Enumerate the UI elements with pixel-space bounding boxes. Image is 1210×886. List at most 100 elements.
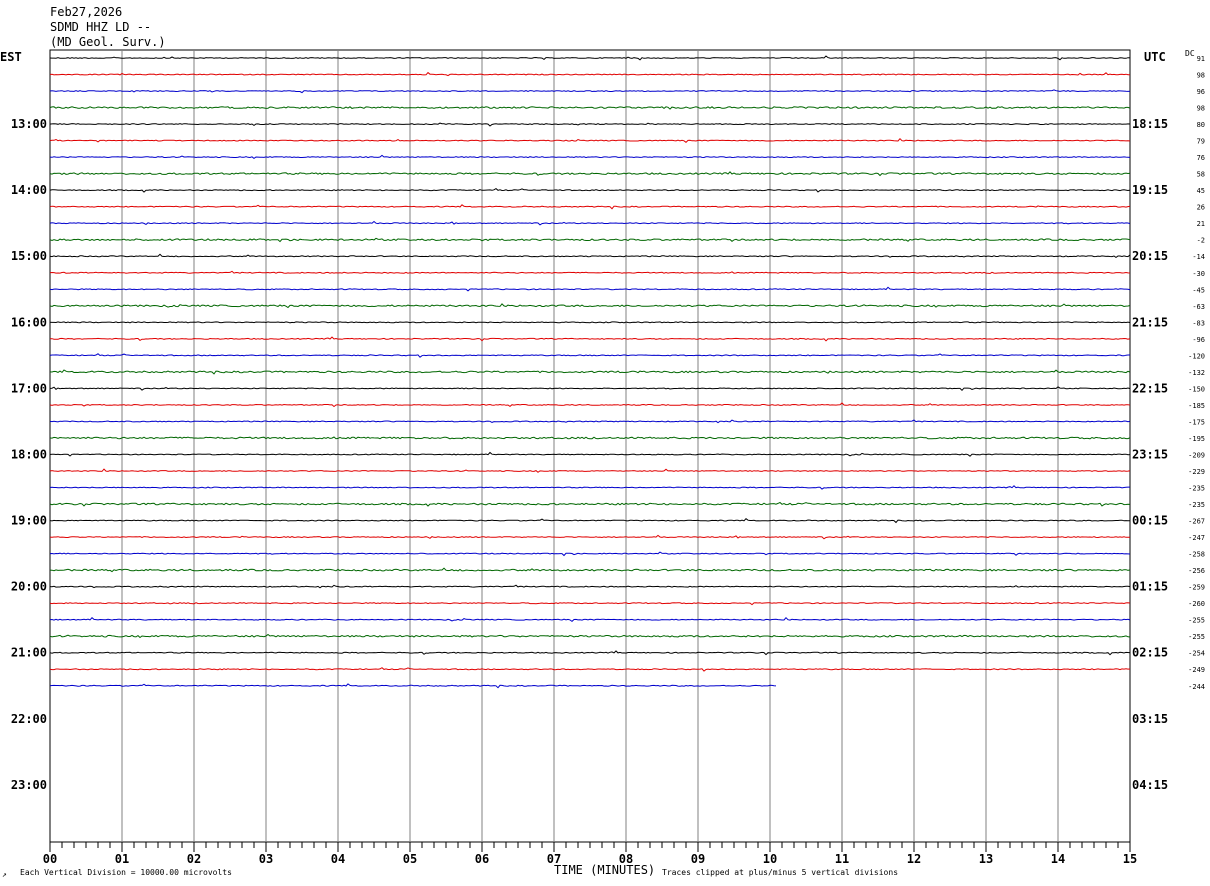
dc-offset-label: -150 <box>1188 385 1205 393</box>
utc-hour-label: 02:15 <box>1132 646 1168 660</box>
seismic-trace <box>49 89 1131 94</box>
dc-offset-label: -175 <box>1188 418 1205 426</box>
seismic-trace <box>49 137 1131 143</box>
dc-offset-label: -244 <box>1188 683 1205 691</box>
est-hour-label: 16:00 <box>11 315 47 329</box>
helicorder-plot: 91 98 96 98 80 79 76 58 45 26 21 -2 -14 -30 -45 -63 -83 -… <box>11 49 1205 866</box>
dc-offset-label: -260 <box>1188 600 1205 608</box>
seismic-trace <box>49 321 1131 324</box>
dc-offset-label: -267 <box>1188 518 1205 526</box>
seismic-trace <box>49 386 1131 392</box>
dc-offset-label: -259 <box>1188 584 1205 592</box>
est-hour-label: 19:00 <box>11 514 47 528</box>
seismic-trace <box>49 253 1131 259</box>
est-hour-label: 22:00 <box>11 712 47 726</box>
seismic-trace <box>49 106 1131 110</box>
dc-offset-label: -30 <box>1192 270 1205 278</box>
seismic-trace <box>49 270 1131 275</box>
dc-offset-label: -249 <box>1188 666 1205 674</box>
x-tick-label: 00 <box>43 852 57 866</box>
est-hour-label: 21:00 <box>11 646 47 660</box>
x-tick-label: 10 <box>763 852 777 866</box>
x-tick-label: 02 <box>187 852 201 866</box>
dc-offset-label: -96 <box>1192 336 1205 344</box>
seismic-trace <box>49 551 1131 557</box>
dc-offset-label: -120 <box>1188 352 1205 360</box>
x-tick-label: 12 <box>907 852 921 866</box>
x-tick-label: 03 <box>259 852 273 866</box>
seismic-trace <box>49 369 1131 375</box>
seismic-trace <box>49 220 1131 226</box>
seismic-trace <box>49 567 1131 573</box>
utc-hour-label: 18:15 <box>1132 117 1168 131</box>
seismic-trace <box>49 286 1131 292</box>
dc-offset-label: 79 <box>1197 138 1205 146</box>
utc-hour-label: 04:15 <box>1132 778 1168 792</box>
dc-offset-label: 98 <box>1197 72 1205 80</box>
x-tick-label: 15 <box>1123 852 1137 866</box>
dc-offset-label: -63 <box>1192 303 1205 311</box>
seismic-trace <box>49 187 1131 193</box>
dc-offset-label: 58 <box>1197 171 1205 179</box>
est-hour-label: 17:00 <box>11 381 47 395</box>
seismic-trace <box>49 633 1131 639</box>
dc-offset-label: 21 <box>1197 220 1205 228</box>
dc-offset-label: -209 <box>1188 452 1205 460</box>
seismic-trace <box>49 501 1131 507</box>
dc-offset-label: -255 <box>1188 617 1205 625</box>
x-tick-label: 01 <box>115 852 129 866</box>
dc-offset-label: -195 <box>1188 435 1205 443</box>
plot-frame <box>49 49 1131 843</box>
est-hour-label: 18:00 <box>11 448 47 462</box>
dc-offset-label: -185 <box>1188 402 1205 410</box>
seismic-trace <box>49 451 1131 457</box>
dc-offset-label: -258 <box>1188 551 1205 559</box>
x-tick-label: 13 <box>979 852 993 866</box>
utc-hour-label: 19:15 <box>1132 183 1168 197</box>
dc-offset-label: 96 <box>1197 88 1205 96</box>
seismic-trace <box>49 353 1130 358</box>
seismic-trace <box>49 650 1131 656</box>
utc-hour-label: 22:15 <box>1132 381 1168 395</box>
dc-offset-label: -235 <box>1188 485 1205 493</box>
seismic-trace <box>49 602 1131 606</box>
est-hour-label: 13:00 <box>11 117 47 131</box>
seismic-trace <box>49 336 1131 342</box>
seismic-trace <box>49 485 1130 490</box>
utc-hour-label: 03:15 <box>1132 712 1168 726</box>
dc-offset-label: 80 <box>1197 121 1205 129</box>
seismic-trace <box>49 667 1131 672</box>
seismic-trace <box>49 402 1131 408</box>
utc-hour-label: 01:15 <box>1132 580 1168 594</box>
seismic-trace <box>49 303 1131 309</box>
seismic-trace <box>49 237 1131 243</box>
seismic-trace <box>49 468 1131 473</box>
dc-offset-label: 45 <box>1197 187 1205 195</box>
dc-offset-label: -235 <box>1188 501 1205 509</box>
seismic-trace <box>49 584 1131 589</box>
seismic-trace <box>49 71 1130 77</box>
seismic-trace <box>49 534 1131 540</box>
dc-offset-label: -229 <box>1188 468 1205 476</box>
seismic-trace <box>49 154 1131 160</box>
x-tick-label: 04 <box>331 852 345 866</box>
dc-offset-label: 91 <box>1197 55 1205 63</box>
utc-hour-label: 00:15 <box>1132 514 1168 528</box>
utc-hour-label: 23:15 <box>1132 448 1168 462</box>
dc-offset-label: -83 <box>1192 319 1205 327</box>
dc-offset-label: -2 <box>1197 237 1205 245</box>
utc-hour-label: 20:15 <box>1132 249 1168 263</box>
seismic-trace <box>49 436 1131 440</box>
x-axis-label: TIME (MINUTES) <box>554 863 656 877</box>
dc-offset-label: 26 <box>1197 204 1205 212</box>
corner-mark: ↗ <box>2 870 7 879</box>
clip-note: Traces clipped at plus/minus 5 vertical … <box>662 868 899 877</box>
seismic-trace <box>49 55 1131 61</box>
dc-offset-label: -255 <box>1188 633 1205 641</box>
dc-offset-label: 76 <box>1197 154 1205 162</box>
seismic-trace <box>49 171 1131 177</box>
dc-offset-label: -132 <box>1188 369 1205 377</box>
dc-offset-label: -256 <box>1188 567 1205 575</box>
seismic-trace <box>49 683 777 689</box>
x-tick-label: 05 <box>403 852 417 866</box>
